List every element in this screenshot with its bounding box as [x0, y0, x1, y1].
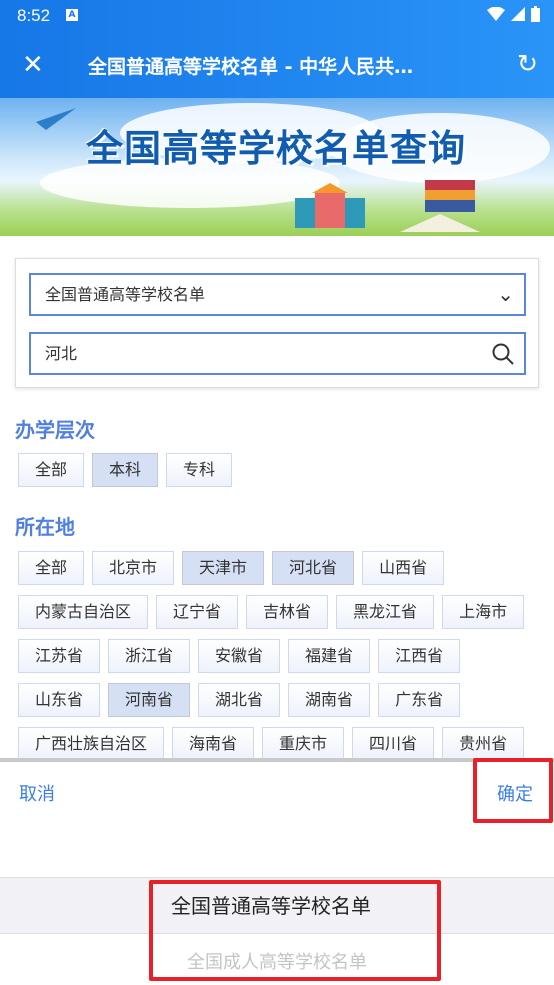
banner-title: 全国高等学校名单查询	[86, 127, 466, 170]
location-options: 全部 北京市 天津市 河北省 山西省内蒙古自治区 辽宁省 吉林省 黑龙江省 上海市江苏省 浙江省安…	[18, 551, 548, 758]
signal-icon	[511, 7, 525, 21]
location-chip[interactable]: 湖南省	[288, 683, 371, 717]
location-chip[interactable]: 广东省	[378, 683, 461, 717]
level-chip[interactable]: 本科	[92, 453, 159, 487]
location-chip[interactable]: 黑龙江省	[336, 595, 435, 629]
notification-icon: A	[66, 9, 78, 21]
location-chip[interactable]: 北京市	[92, 551, 175, 585]
page-title: 全国普通高等学校名单 - 中华人民共…	[88, 56, 414, 78]
school-building-icon	[295, 183, 365, 228]
location-chip[interactable]: 广西壮族自治区	[18, 727, 165, 758]
location-chip[interactable]: 贵州省	[442, 727, 525, 758]
highlight-box	[149, 880, 441, 981]
location-chip[interactable]: 全部	[18, 551, 85, 585]
location-chip[interactable]: 天津市	[182, 551, 265, 585]
search-icon[interactable]	[492, 343, 514, 365]
location-chip[interactable]: 福建省	[288, 639, 371, 673]
location-chip[interactable]: 河南省	[108, 683, 191, 717]
list-type-select[interactable]: 全国普通高等学校名单 ⌄	[29, 273, 526, 316]
level-chip[interactable]: 专科	[166, 453, 233, 487]
location-chip[interactable]: 海南省	[172, 727, 255, 758]
location-chip[interactable]: 四川省	[352, 727, 435, 758]
app-bar: 8:52 A ✕ 全国普通高等学校名单 - 中华人民共… ↻	[0, 0, 554, 98]
location-chip[interactable]: 浙江省	[108, 639, 191, 673]
reload-icon[interactable]: ↻	[517, 49, 538, 78]
location-chip[interactable]: 安徽省	[198, 639, 281, 673]
location-chip[interactable]: 内蒙古自治区	[18, 595, 149, 629]
location-chip[interactable]: 上海市	[442, 595, 525, 629]
search-value: 河北	[45, 344, 78, 363]
level-options: 全部 本科 专科	[18, 453, 548, 487]
paper-plane-icon	[36, 108, 76, 130]
list-type-value: 全国普通高等学校名单	[45, 285, 206, 304]
location-chip[interactable]: 辽宁省	[156, 595, 239, 629]
highlight-box	[473, 758, 553, 823]
level-chip[interactable]: 全部	[18, 453, 85, 487]
location-chip[interactable]: 山东省	[18, 683, 101, 717]
status-icons	[487, 6, 540, 22]
battery-icon	[531, 6, 540, 22]
location-chip[interactable]: 江西省	[378, 639, 461, 673]
status-time: 8:52	[17, 6, 51, 25]
location-chip[interactable]: 重庆市	[262, 727, 345, 758]
search-input[interactable]: 河北	[29, 332, 526, 375]
location-chip[interactable]: 山西省	[362, 551, 445, 585]
chevron-down-icon: ⌄	[497, 282, 514, 306]
search-card: 全国普通高等学校名单 ⌄ 河北	[15, 258, 539, 388]
level-heading: 办学层次	[15, 418, 95, 442]
cancel-button[interactable]: 取消	[19, 780, 55, 806]
wifi-icon	[487, 7, 505, 21]
location-chip[interactable]: 江苏省	[18, 639, 101, 673]
banner-image: 全国高等学校名单查询	[0, 98, 554, 236]
location-chip[interactable]: 河北省	[272, 551, 355, 585]
location-heading: 所在地	[15, 515, 75, 539]
location-chip[interactable]: 湖北省	[198, 683, 281, 717]
books-icon	[400, 180, 480, 232]
location-chip[interactable]: 吉林省	[246, 595, 329, 629]
close-icon[interactable]: ✕	[22, 50, 44, 80]
